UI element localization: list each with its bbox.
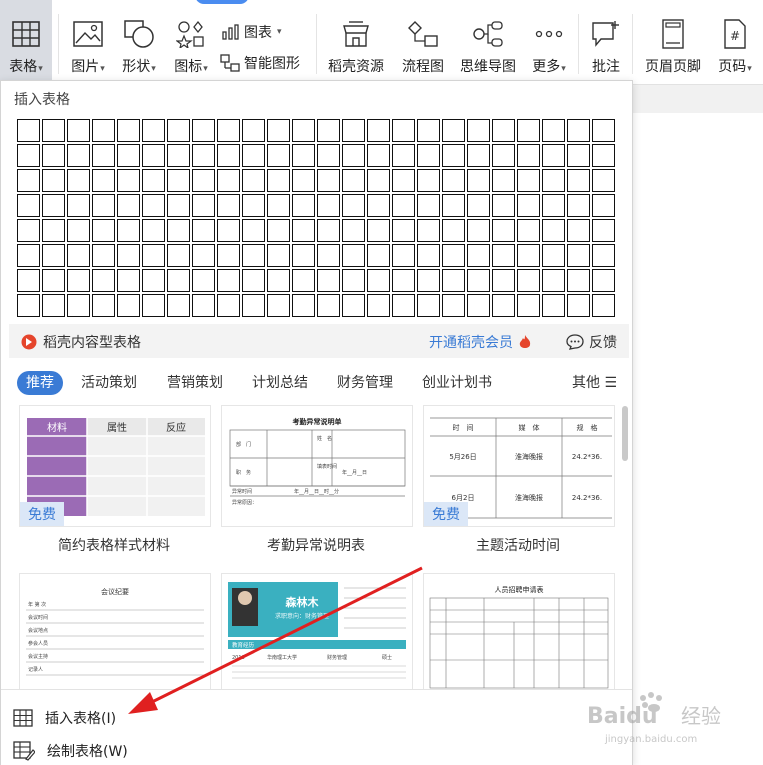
svg-text:jingyan.baidu.com: jingyan.baidu.com [604,734,697,745]
svg-text:经验: 经验 [681,704,721,728]
svg-text:Baidu: Baidu [587,704,658,729]
annotation-arrow [128,566,423,714]
baidu-watermark: Baidu 经验 jingyan.baidu.com [587,692,721,745]
